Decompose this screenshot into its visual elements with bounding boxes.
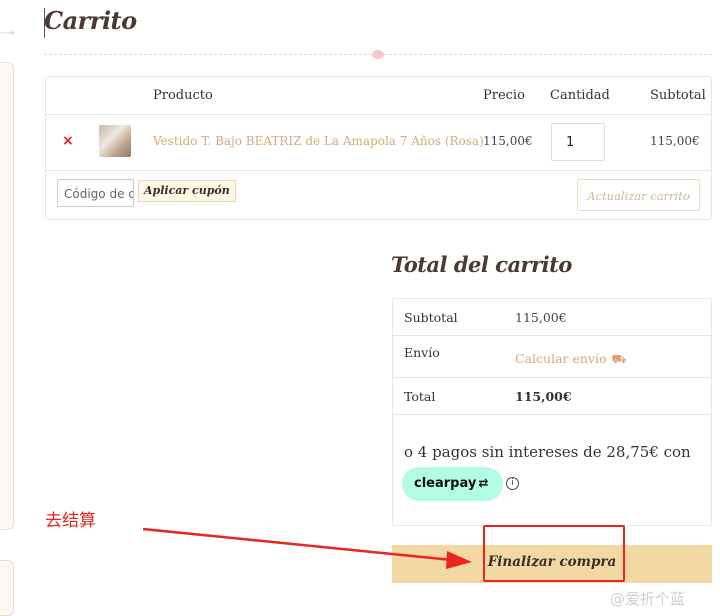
annotation-arrow-line [142, 527, 453, 562]
annotation-arrow [142, 527, 472, 569]
annotation-arrow-head [446, 551, 472, 569]
watermark: @爱折个蓝 [610, 590, 686, 608]
